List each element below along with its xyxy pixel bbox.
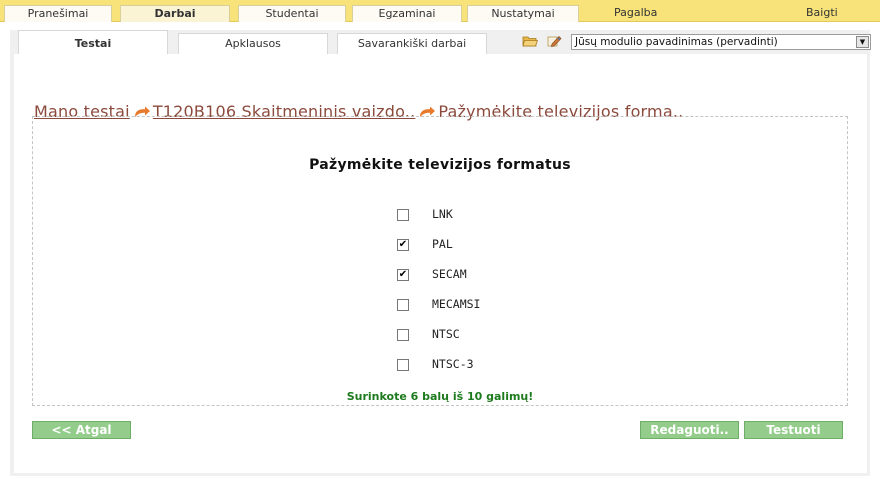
option-checkbox[interactable] [397,299,409,311]
option-label: NTSC-3 [432,357,474,371]
top-menu-bar: Pranešimai Darbai Studentai Egzaminai Nu… [0,0,880,22]
option-label: NTSC [432,327,460,341]
module-select[interactable]: Jūsų modulio pavadinimas (pervadinti) ▼ [571,34,871,50]
option-checkbox[interactable]: ✔ [397,239,409,251]
back-button[interactable]: << Atgal [32,421,131,439]
option-label: MECAMSI [432,297,481,311]
option-checkbox[interactable]: ✔ [397,269,409,281]
option-checkbox[interactable] [397,209,409,221]
menu-tab-nustatymai[interactable]: Nustatymai [467,5,579,22]
option-label: LNK [432,207,453,221]
test-button[interactable]: Testuoti [744,421,843,439]
chevron-down-icon[interactable]: ▼ [856,36,869,48]
subtab-savarankiski-darbai[interactable]: Savarankiški darbai [337,33,487,55]
score-message: Surinkote 6 balų iš 10 galimų! [346,390,534,403]
menu-tab-studentai[interactable]: Studentai [238,5,346,22]
menu-tab-pranesimai[interactable]: Pranešimai [4,5,112,22]
option-label: PAL [432,237,453,251]
menu-tab-darbai[interactable]: Darbai [120,5,230,22]
edit-button[interactable]: Redaguoti.. [640,421,739,439]
edit-icon[interactable] [546,34,562,48]
option-checkbox[interactable] [397,359,409,371]
exit-link[interactable]: Baigti [806,5,838,21]
subtab-testai[interactable]: Testai [18,30,168,55]
question-title: Pažymėkite televizijos formatus [309,157,571,173]
menu-tab-egzaminai[interactable]: Egzaminai [352,5,462,22]
subtab-apklausos[interactable]: Apklausos [178,33,328,55]
help-link[interactable]: Pagalba [614,5,657,21]
content-panel: Testai Apklausos Savarankiški darbai Jūs… [10,30,871,476]
option-label: SECAM [432,267,467,281]
module-select-value: Jūsų modulio pavadinimas (pervadinti) [575,36,778,48]
content-area: Mano testai T120B106 Skaitmeninis vaizdo.… [14,54,867,473]
question-box: Pažymėkite televizijos formatus LNK ✔ PA… [32,116,848,406]
option-checkbox[interactable] [397,329,409,341]
folder-icon[interactable] [522,34,538,48]
